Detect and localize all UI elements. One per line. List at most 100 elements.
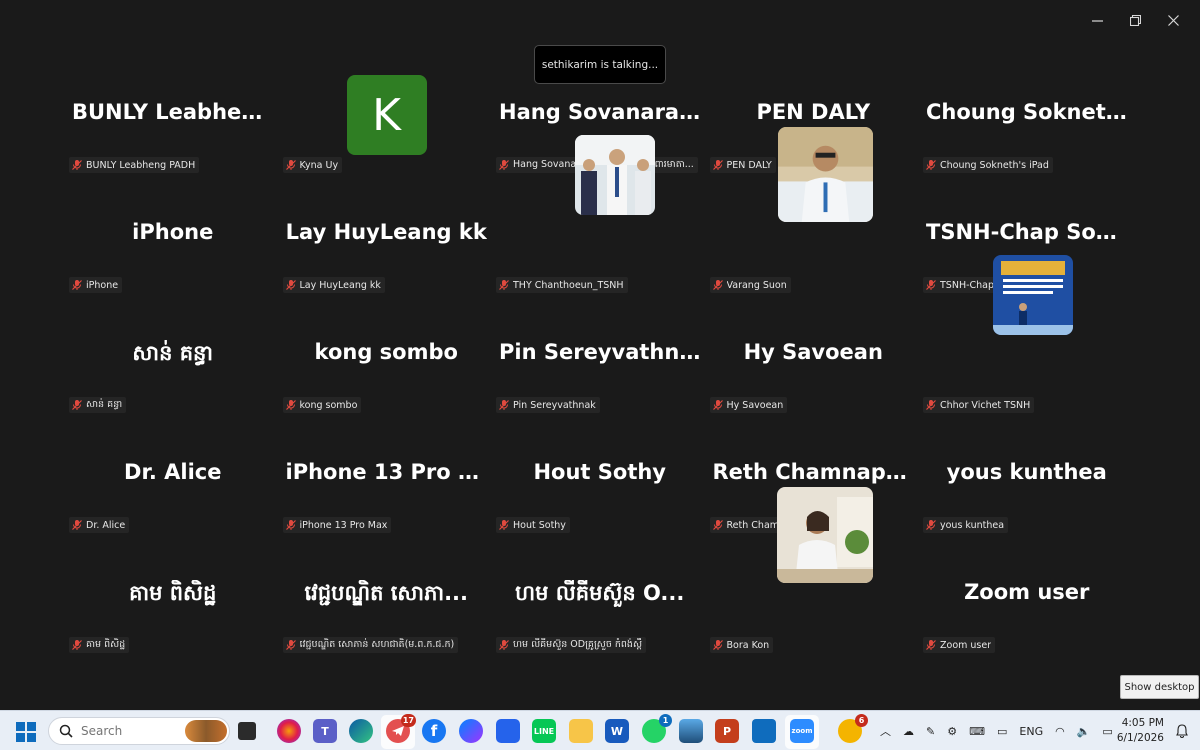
word-icon[interactable]: W [605,719,629,743]
participant-tile[interactable]: Hout Sothy Hout Sothy [493,420,707,540]
app-icon[interactable] [679,719,703,743]
search-input[interactable] [81,724,161,738]
participant-tile[interactable]: K Kyna Uy [280,60,494,180]
microphone-muted-icon [71,399,83,411]
participant-name-label: BUNLY Leabheng PADH [69,157,200,173]
facebook-icon[interactable]: f [422,719,446,743]
participant-display-name: yous kunthea [946,460,1107,484]
microphone-muted-icon [498,519,510,531]
volume-icon[interactable]: 🔈 [1077,725,1091,738]
microphone-muted-icon [285,279,297,291]
messenger-icon[interactable] [459,719,483,743]
start-button[interactable] [16,722,36,742]
edge-icon[interactable] [349,719,373,743]
microphone-muted-icon [712,159,724,171]
teams-icon[interactable]: T [313,719,337,743]
participant-tile[interactable]: Choung Sokneth... Choung Sokneth's iPad [920,60,1134,180]
microphone-muted-icon [925,279,937,291]
participant-tile[interactable]: Dr. Alice Dr. Alice [66,420,280,540]
participant-tile[interactable]: iPhone 13 Pro M... iPhone 13 Pro Max [280,420,494,540]
participant-display-name: iPhone 13 Pro M... [285,460,488,484]
participant-label-text: kong sombo [299,399,358,411]
chevron-up-icon[interactable]: ︿ [880,723,891,739]
participant-name-label: Lay HuyLeang kk [282,277,385,293]
group-photo [575,135,655,215]
participant-tile[interactable]: សាន់ គន្ធា សាន់ គន្ធា [66,300,280,420]
clock[interactable]: 4:05 PM 6/1/2026 [1094,716,1164,746]
participant-tile[interactable]: Hy Savoean Hy Savoean [707,300,921,420]
participant-tile[interactable]: kong sombo kong sombo [280,300,494,420]
participant-label-text: សាន់ គន្ធា [86,399,123,410]
microphone-muted-icon [712,399,724,411]
participant-name-label: THY Chanthoeun_TSNH [496,277,628,293]
file-explorer-icon[interactable] [569,719,593,743]
participant-tile[interactable]: គាម ពិសិដ្ឋ គាម ពិសិដ្ឋ [66,540,280,660]
participant-label-text: Hy Savoean [726,399,784,411]
participant-name-label: Chhor Vichet TSNH [923,397,1035,413]
language-indicator[interactable]: ENG [1019,725,1043,738]
display-icon[interactable]: ▭ [997,725,1007,738]
cloud-icon[interactable]: ☁ [903,725,914,738]
store-icon[interactable] [496,719,520,743]
participant-display-name: Zoom user [964,580,1090,604]
participant-label-text: Bora Kon [726,639,770,651]
microphone-muted-icon [712,639,724,651]
whatsapp-badge: 1 [659,714,672,727]
participant-tile[interactable]: Pin Sereyvathnak Pin Sereyvathnak [493,300,707,420]
microphone-muted-icon [712,279,724,291]
system-tray: ︿ ☁ ✎ ⚙ ⌨ ▭ ENG ◠ 🔈 ▭ [880,711,1113,750]
copilot-icon[interactable] [277,719,301,743]
microphone-muted-icon [925,159,937,171]
participant-tile[interactable]: iPhone iPhone [66,180,280,300]
minimize-button[interactable] [1078,8,1116,32]
participant-name-label: Pin Sereyvathnak [496,397,600,413]
participant-tile[interactable]: yous kunthea yous kunthea [920,420,1134,540]
participant-name-label: Hout Sothy [496,517,570,533]
participant-name-label: សាន់ គន្ធា [69,397,127,413]
microphone-muted-icon [498,279,510,291]
participant-name-label: Varang Suon [709,277,791,293]
line-icon[interactable]: LINE [532,719,556,743]
participant-tile[interactable]: Lay HuyLeang kk Lay HuyLeang kk [280,180,494,300]
microphone-muted-icon [71,639,83,651]
keyboard-icon[interactable]: ⌨ [969,725,985,738]
search-highlight-image [185,720,227,742]
participant-tile[interactable]: BUNLY Leabhen... BUNLY Leabheng PADH [66,60,280,180]
participant-label-text: វេជ្ជបណ្ឌិត សោភាន់ សហជាតិ(ម.ព.ក.ជ.ក) [299,639,455,650]
participant-tile[interactable]: THY Chanthoeun_TSNH [493,135,707,300]
microphone-muted-icon [498,639,510,651]
participant-label-text: គាម ពិសិដ្ឋ [86,639,126,650]
telegram-plane-icon [392,726,404,736]
pen-icon[interactable]: ✎ [926,725,935,738]
wifi-icon[interactable]: ◠ [1055,725,1065,738]
weather-icon[interactable]: 6 [838,714,868,743]
participant-label-text: ហម លីគីមស៊ួន ODគ្រូស្រួច កំពង់ស្ពឺ [513,639,643,650]
microphone-muted-icon [71,159,83,171]
windows-logo-icon [16,733,25,742]
participant-tile[interactable]: ហម លីគីមស៊ួន O... ហម លីគីមស៊ួន ODគ្រូស្រួ… [493,540,707,660]
participant-tile[interactable]: វេជ្ជបណ្ឌិត សោភា... វេជ្ជបណ្ឌិត សោភាន់ សហ… [280,540,494,660]
participant-tile[interactable]: Bora Kon [707,487,921,660]
taskbar-search[interactable] [48,717,230,745]
participant-tile[interactable]: Chhor Vichet TSNH [920,255,1134,420]
telegram-icon[interactable]: 17 [386,714,416,743]
settings-app-icon[interactable] [752,719,776,743]
restore-icon [1129,14,1141,26]
participant-tile[interactable]: Zoom user Zoom user [920,540,1134,660]
participant-label-text: Kyna Uy [299,159,339,171]
participant-label-text: yous kunthea [940,519,1005,531]
notification-bell-icon[interactable] [1174,723,1190,739]
close-button[interactable] [1154,8,1192,32]
microphone-muted-icon [285,519,297,531]
microphone-muted-icon [498,159,510,171]
powerpoint-icon[interactable]: P [715,719,739,743]
participant-display-name: គាម ពិសិដ្ឋ [129,581,217,605]
tool-icon[interactable]: ⚙ [947,725,957,738]
task-view-icon[interactable] [238,722,256,740]
participant-label-text: Zoom user [940,639,992,651]
participant-label-text: Dr. Alice [86,519,126,531]
participant-tile[interactable]: Varang Suon [707,127,921,300]
whatsapp-icon[interactable]: 1 [642,714,672,743]
restore-button[interactable] [1116,8,1154,32]
zoom-icon[interactable]: zoom [790,719,814,743]
